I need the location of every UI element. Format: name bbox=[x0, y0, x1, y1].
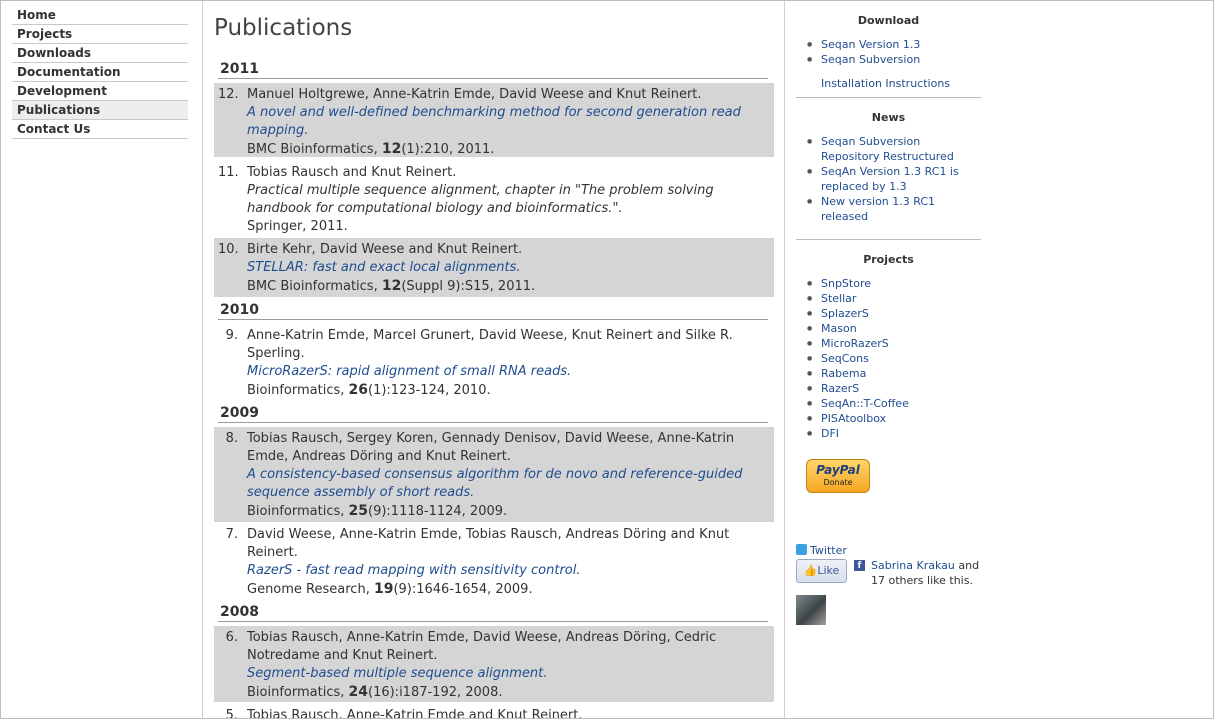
sidebar-divider bbox=[796, 239, 981, 240]
pub-number: 10. bbox=[218, 242, 239, 257]
project-link-seqan-t-coffee[interactable]: SeqAn::T-Coffee bbox=[796, 396, 981, 411]
page-frame: Home Projects Downloads Documentation De… bbox=[0, 0, 1214, 719]
project-link-microrazers[interactable]: MicroRazerS bbox=[796, 336, 981, 351]
project-link-dfi[interactable]: DFI bbox=[796, 426, 981, 441]
pub-venue: Bioinformatics, 25(9):1118-1124, 2009. bbox=[247, 503, 508, 519]
download-list: Seqan Version 1.3 Seqan Subversion bbox=[796, 37, 981, 67]
pub-venue: Bioinformatics, 26(1):123-124, 2010. bbox=[247, 382, 491, 398]
pub-title-link[interactable]: A consistency-based consensus algorithm … bbox=[247, 466, 766, 502]
pub-venue: BMC Bioinformatics, 12(Suppl 9):S15, 201… bbox=[247, 278, 536, 294]
divider-right bbox=[784, 1, 785, 718]
year-heading-2010: 2010 bbox=[220, 302, 259, 318]
nav-home[interactable]: Home bbox=[12, 6, 188, 25]
facebook-like-button[interactable]: 👍Like bbox=[796, 559, 847, 583]
nav-projects[interactable]: Projects bbox=[12, 25, 188, 44]
divider-left bbox=[202, 1, 203, 718]
project-link-splazers[interactable]: SplazerS bbox=[796, 306, 981, 321]
project-link-pisatoolbox[interactable]: PISAtoolbox bbox=[796, 411, 981, 426]
paypal-donate-button[interactable]: PayPal Donate bbox=[806, 459, 870, 493]
pub-venue: Genome Research, 19(9):1646-1654, 2009. bbox=[247, 581, 533, 597]
pub-authors: Anne-Katrin Emde, Marcel Grunert, David … bbox=[247, 328, 733, 361]
pub-title-link[interactable]: RazerS - fast read mapping with sensitiv… bbox=[247, 562, 766, 580]
pub-title-link[interactable]: A novel and well-defined benchmarking me… bbox=[247, 104, 766, 140]
nav-documentation[interactable]: Documentation bbox=[12, 63, 188, 82]
news-list: Seqan Subversion Repository Restructured… bbox=[796, 134, 981, 224]
pub-title-link[interactable]: STELLAR: fast and exact local alignments… bbox=[247, 259, 766, 277]
publication-5: 5. Tobias Rausch, Anne-Katrin Emde and K… bbox=[214, 704, 774, 719]
download-link-seqan-subversion[interactable]: Seqan Subversion bbox=[796, 52, 981, 67]
pub-number: 5. bbox=[225, 708, 238, 719]
pub-number: 8. bbox=[225, 431, 238, 446]
twitter-icon bbox=[796, 544, 807, 555]
pub-authors: Birte Kehr, David Weese and Knut Reinert… bbox=[247, 242, 523, 257]
project-link-stellar[interactable]: Stellar bbox=[796, 291, 981, 306]
year-divider bbox=[218, 319, 768, 320]
project-link-seqcons[interactable]: SeqCons bbox=[796, 351, 981, 366]
publication-8: 8. Tobias Rausch, Sergey Koren, Gennady … bbox=[214, 427, 774, 522]
paypal-logo: PayPal bbox=[816, 463, 860, 477]
project-link-rabema[interactable]: Rabema bbox=[796, 366, 981, 381]
project-link-razers[interactable]: RazerS bbox=[796, 381, 981, 396]
download-link-seqan-1-3[interactable]: Seqan Version 1.3 bbox=[796, 37, 981, 52]
pub-number: 7. bbox=[225, 527, 238, 542]
pub-title-link[interactable]: Segment-based multiple sequence alignmen… bbox=[247, 665, 766, 683]
project-link-snpstore[interactable]: SnpStore bbox=[796, 276, 981, 291]
publication-6: 6. Tobias Rausch, Anne-Katrin Emde, Davi… bbox=[214, 626, 774, 702]
pub-authors: Tobias Rausch, Anne-Katrin Emde, David W… bbox=[247, 630, 717, 663]
installation-instructions-link[interactable]: Installation Instructions bbox=[821, 77, 950, 90]
year-heading-2009: 2009 bbox=[220, 405, 259, 421]
page-title: Publications bbox=[214, 15, 353, 41]
nav-downloads[interactable]: Downloads bbox=[12, 44, 188, 63]
year-heading-2008: 2008 bbox=[220, 604, 259, 620]
pub-authors: Tobias Rausch, Sergey Koren, Gennady Den… bbox=[247, 431, 735, 464]
pub-venue: Springer, 2011. bbox=[247, 219, 348, 234]
publication-11: 11. Tobias Rausch and Knut Reinert. Prac… bbox=[214, 161, 774, 235]
pub-title-link[interactable]: MicroRazerS: rapid alignment of small RN… bbox=[247, 363, 766, 381]
news-item[interactable]: SeqAn Version 1.3 RC1 is replaced by 1.3 bbox=[796, 164, 981, 194]
pub-authors: Tobias Rausch and Knut Reinert. bbox=[247, 165, 457, 180]
pub-number: 6. bbox=[225, 630, 238, 645]
year-divider bbox=[218, 422, 768, 423]
pub-venue: Bioinformatics, 24(16):i187-192, 2008. bbox=[247, 684, 503, 700]
thumbs-up-icon: 👍 bbox=[803, 564, 818, 577]
year-divider bbox=[218, 78, 768, 79]
main-content: Publications 2011 12. Manuel Holtgrewe, … bbox=[214, 1, 774, 719]
news-heading: News bbox=[871, 111, 906, 124]
project-link-mason[interactable]: Mason bbox=[796, 321, 981, 336]
pub-number: 9. bbox=[225, 328, 238, 343]
year-divider bbox=[218, 621, 768, 622]
nav-publications[interactable]: Publications bbox=[12, 101, 188, 120]
pub-title: Practical multiple sequence alignment, c… bbox=[247, 183, 714, 216]
sidebar-divider bbox=[796, 97, 981, 98]
projects-heading: Projects bbox=[863, 253, 914, 266]
avatar[interactable] bbox=[796, 595, 826, 625]
year-heading-2011: 2011 bbox=[220, 61, 259, 77]
facebook-icon: f bbox=[854, 560, 865, 571]
donate-label: Donate bbox=[823, 478, 853, 487]
left-nav: Home Projects Downloads Documentation De… bbox=[12, 6, 188, 139]
publication-7: 7. David Weese, Anne-Katrin Emde, Tobias… bbox=[214, 523, 774, 599]
pub-authors: Tobias Rausch, Anne-Katrin Emde and Knut… bbox=[247, 708, 583, 719]
news-item[interactable]: New version 1.3 RC1 released bbox=[796, 194, 981, 224]
nav-development[interactable]: Development bbox=[12, 82, 188, 101]
download-heading: Download bbox=[857, 14, 920, 27]
publication-9: 9. Anne-Katrin Emde, Marcel Grunert, Dav… bbox=[214, 324, 774, 400]
news-item[interactable]: Seqan Subversion Repository Restructured bbox=[796, 134, 981, 164]
pub-number: 11. bbox=[218, 165, 239, 180]
twitter-link[interactable]: Twitter bbox=[796, 544, 847, 557]
nav-contact-us[interactable]: Contact Us bbox=[12, 120, 188, 139]
facebook-like-text: Sabrina Krakau and 17 others like this. bbox=[871, 559, 980, 587]
publication-10: 10. Birte Kehr, David Weese and Knut Rei… bbox=[214, 238, 774, 297]
pub-authors: Manuel Holtgrewe, Anne-Katrin Emde, Davi… bbox=[247, 87, 702, 102]
pub-number: 12. bbox=[218, 87, 239, 102]
pub-authors: David Weese, Anne-Katrin Emde, Tobias Ra… bbox=[247, 527, 730, 560]
publication-12: 12. Manuel Holtgrewe, Anne-Katrin Emde, … bbox=[214, 83, 774, 157]
pub-venue: BMC Bioinformatics, 12(1):210, 2011. bbox=[247, 141, 495, 157]
projects-list: SnpStore Stellar SplazerS Mason MicroRaz… bbox=[796, 276, 981, 441]
facebook-friend-link[interactable]: Sabrina Krakau bbox=[871, 559, 955, 572]
